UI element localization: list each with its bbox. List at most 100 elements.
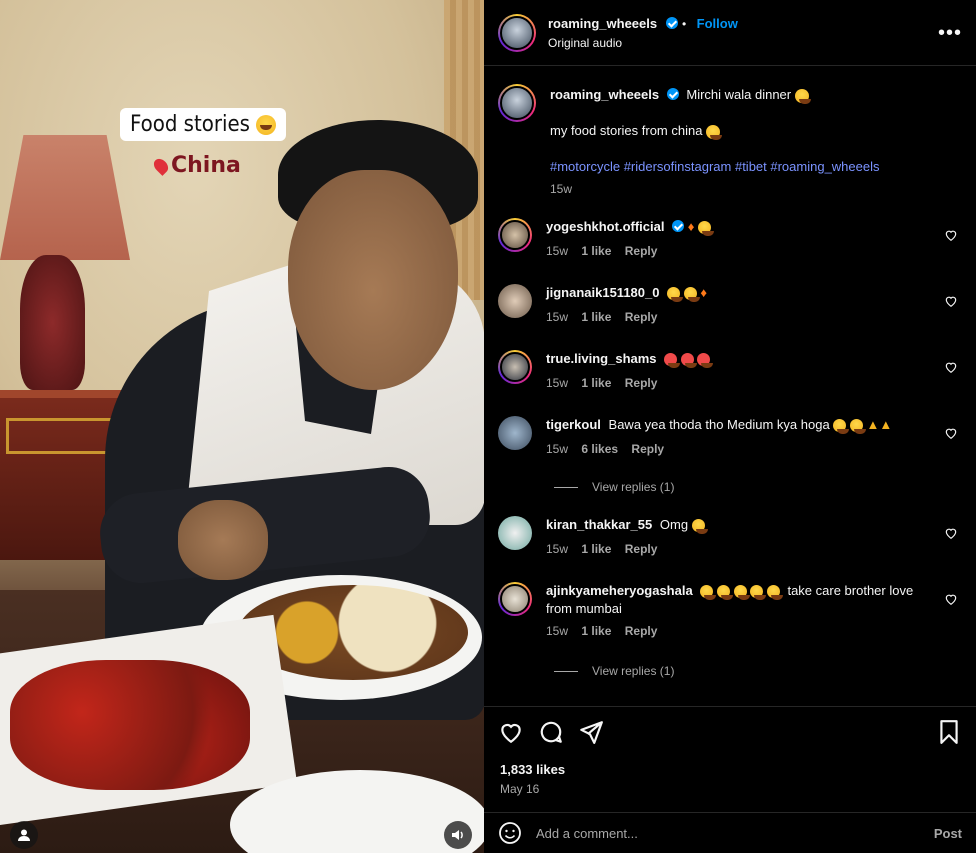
grin-emoji-icon [733,585,750,601]
comment-username[interactable]: kiran_thakkar_55 [546,517,652,532]
comment-item: kiran_thakkar_55 Omg 15w 1 like Reply [498,516,964,556]
heart-icon[interactable] [944,360,958,374]
caption-author-avatar[interactable] [498,84,536,122]
view-replies-label: View replies (1) [592,480,675,494]
comment-likes[interactable]: 6 likes [581,442,618,456]
reply-button[interactable]: Reply [625,244,658,258]
comment-item: jignanaik151180_0 ♦ 15w 1 like Reply [498,284,964,324]
reply-button[interactable]: Reply [625,310,658,324]
like-heart-icon[interactable] [498,719,524,745]
comment-username[interactable]: jignanaik151180_0 [546,285,659,300]
post-media[interactable]: Food stories China [0,0,484,853]
comment-text: take care brother love [787,583,914,598]
comment-username[interactable]: tigerkoul [546,417,601,432]
heart-icon[interactable] [944,426,958,440]
heart-eyes-emoji-icon [680,353,697,369]
comment-username[interactable]: yogeshkhot.official [546,219,664,234]
caption: roaming_wheeels Mirchi wala dinner my fo… [484,66,976,196]
tagged-users-button[interactable] [10,821,38,849]
verified-badge-icon [666,88,679,100]
grin-emoji-icon [706,124,723,140]
comment-likes[interactable]: 1 like [581,244,611,258]
heart-icon[interactable] [944,526,958,540]
verified-badge-icon [672,220,685,232]
caption-hashtags[interactable]: #motorcycle #ridersofinstagram #tibet #r… [550,158,880,176]
more-options-icon[interactable]: ••• [938,22,962,45]
heart-icon[interactable] [944,294,958,308]
author-username[interactable]: roaming_wheeels [548,16,657,31]
story-text: Food stories [130,112,250,137]
grin-emoji-icon [716,585,733,601]
heart-eyes-emoji-icon [664,353,681,369]
comment-item: yogeshkhot.official ♦ 15w 1 like Reply [498,218,964,258]
reply-button[interactable]: Reply [625,624,658,638]
comment-avatar[interactable] [498,218,532,252]
comment-avatar[interactable] [498,416,532,450]
comment-likes[interactable]: 1 like [581,624,611,638]
heart-eyes-emoji-icon [697,353,714,369]
post-comment-button[interactable]: Post [934,826,962,841]
comment-time[interactable]: 15w [546,244,568,258]
grin-emoji-icon [833,419,850,435]
audio-label[interactable]: Original audio [548,36,738,50]
view-replies-label: View replies (1) [592,664,675,678]
author-avatar[interactable] [498,13,536,52]
comment-text: Omg [659,517,689,532]
grin-emoji-icon [794,88,811,104]
comment-avatar[interactable] [498,516,532,550]
comment-icon[interactable] [538,719,564,745]
reply-button[interactable]: Reply [631,442,664,456]
comment-time[interactable]: 15w [546,542,568,556]
follow-button[interactable]: Follow [697,16,738,31]
astonished-emoji-icon [691,519,708,535]
comment-item: true.living_shams 15w 1 like Reply [498,350,964,390]
fire-emoji-icon: ♦ [687,219,695,234]
comment-time[interactable]: 15w [546,624,568,638]
reply-button[interactable]: Reply [625,542,658,556]
praying-hands-emoji-icon: ▲▲ [866,417,893,432]
view-replies-button[interactable]: View replies (1) [554,480,674,494]
post-header: roaming_wheeels • Follow Original audio … [484,0,976,66]
add-comment-input[interactable] [536,825,934,841]
emoji-picker-icon[interactable] [498,821,522,845]
fire-emoji-icon: ♦ [700,285,707,300]
grin-emoji-icon [700,585,717,601]
comment-username[interactable]: true.living_shams [546,351,657,366]
caption-username[interactable]: roaming_wheeels [550,87,659,102]
comment-text-line2: from mumbai [546,601,622,616]
grin-emoji-icon [697,221,714,237]
comment-time[interactable]: 15w [546,310,568,324]
like-count[interactable]: 1,833 likes [500,762,565,777]
comment-likes[interactable]: 1 like [581,376,611,390]
comment-text: Bawa yea thoda tho Medium kya hoga [608,417,830,432]
comment-username[interactable]: ajinkyameheryogashala [546,583,693,598]
comment-avatar[interactable] [498,582,532,616]
heart-icon[interactable] [944,592,958,606]
share-send-icon[interactable] [578,719,604,745]
heart-icon[interactable] [944,228,958,242]
save-bookmark-icon[interactable] [936,719,962,745]
caption-time[interactable]: 15w [550,182,880,196]
view-replies-button[interactable]: View replies (1) [554,664,674,678]
caption-line2: my food stories from china [550,123,703,138]
comment-avatar[interactable] [498,350,532,384]
caption-title: Mirchi wala dinner [686,87,792,102]
reply-button[interactable]: Reply [625,376,658,390]
audio-toggle-button[interactable] [444,821,472,849]
user-icon [18,829,30,841]
lamp-base [20,255,85,390]
location-pin-icon [151,155,171,176]
comment-item: ajinkyameheryogashala take care brother … [498,582,964,638]
grin-emoji-icon [667,287,684,303]
comment-time[interactable]: 15w [546,442,568,456]
comment-time[interactable]: 15w [546,376,568,390]
location-text: China [171,153,241,178]
add-comment-bar: Post [484,812,976,853]
comment-likes[interactable]: 1 like [581,542,611,556]
comment-avatar[interactable] [498,284,532,318]
story-text-sticker: Food stories [120,108,286,141]
post-actions: 1,833 likes May 16 [484,706,976,812]
grin-emoji-icon [750,585,767,601]
post-date[interactable]: May 16 [500,782,539,796]
comment-likes[interactable]: 1 like [581,310,611,324]
